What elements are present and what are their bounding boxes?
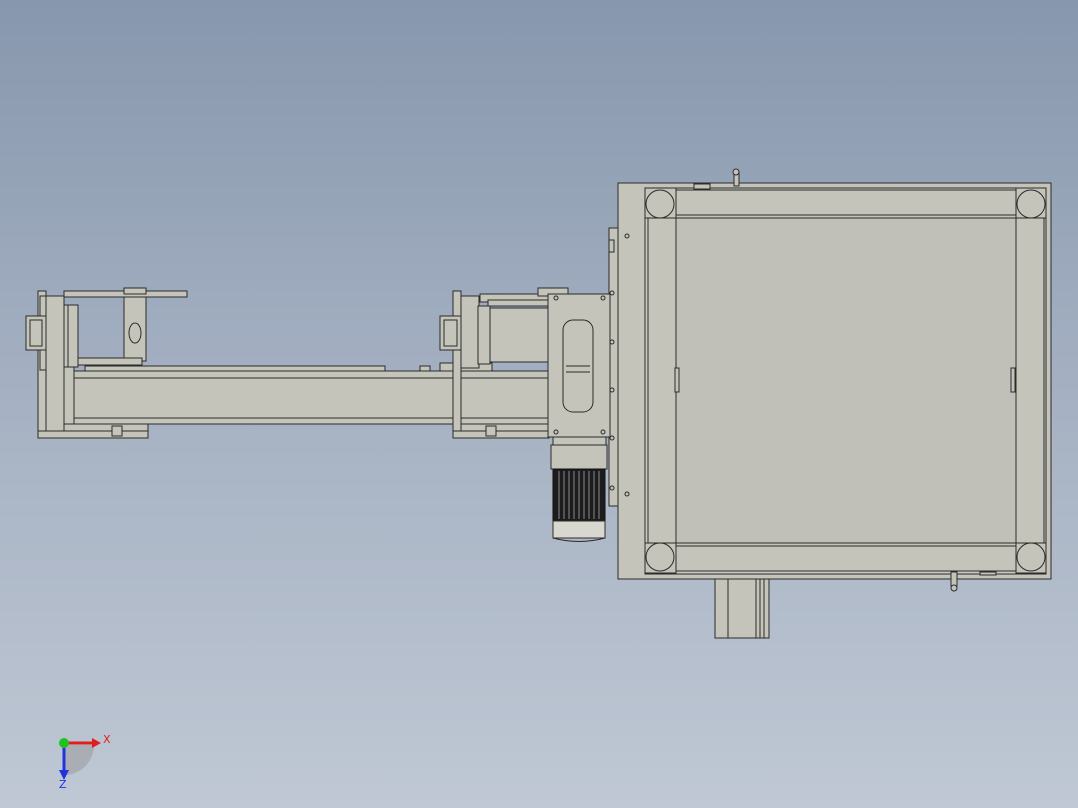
square-frame-table[interactable] xyxy=(608,168,1052,639)
bottom-extrusion xyxy=(714,578,770,639)
conveyor-beam[interactable] xyxy=(64,362,550,425)
coordinate-triad xyxy=(59,738,101,780)
cad-viewport[interactable]: X Z xyxy=(0,0,1078,808)
corner-roller-tr xyxy=(1016,189,1046,219)
corner-roller-bl xyxy=(645,542,675,572)
z-axis-label: Z xyxy=(59,778,67,791)
x-axis-label: X xyxy=(103,733,111,746)
frame-left-rail xyxy=(647,217,677,544)
frame-top-rail xyxy=(675,189,1017,219)
motor-end-cap xyxy=(552,520,606,539)
middle-roller xyxy=(477,305,491,365)
bottom-pin xyxy=(950,571,958,587)
left-roller xyxy=(63,304,79,368)
frame-bottom-rail xyxy=(675,542,1017,572)
corner-roller-br xyxy=(1016,542,1046,572)
motor-gearhead xyxy=(550,444,608,470)
y-axis-dot xyxy=(59,738,69,748)
beam-body xyxy=(64,370,550,425)
corner-roller-tl xyxy=(645,189,675,219)
assembly-top-view[interactable] xyxy=(0,0,1078,808)
left-slot-hole xyxy=(128,322,142,344)
table-center-panel xyxy=(675,217,1017,544)
frame-right-rail xyxy=(1015,217,1045,544)
